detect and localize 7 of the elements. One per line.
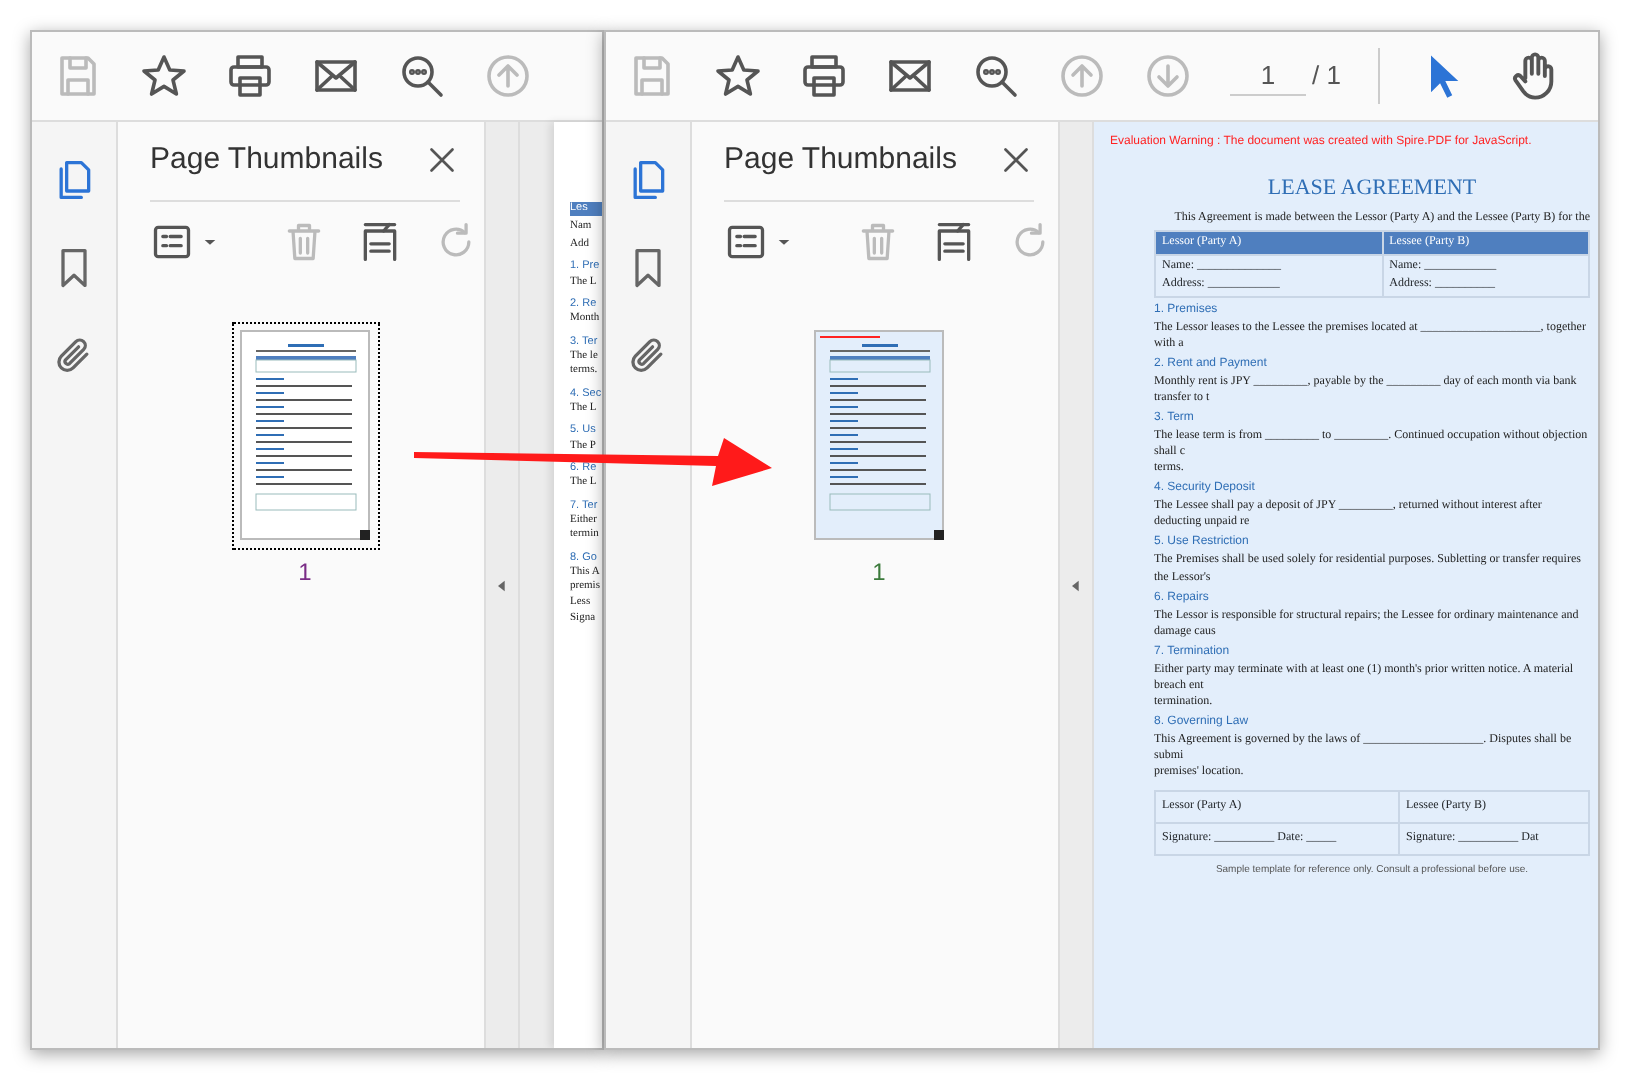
panel-title: Page Thumbnails (150, 140, 383, 180)
document-title: LEASE AGREEMENT (1265, 174, 1479, 204)
page-total: / 1 (1312, 58, 1341, 95)
panel-title: Page Thumbnails (724, 140, 957, 180)
thumbnail-label: 1 (298, 555, 312, 589)
page-number-field[interactable]: 1 (1230, 55, 1306, 97)
thumbnail-label: 1 (872, 555, 886, 589)
